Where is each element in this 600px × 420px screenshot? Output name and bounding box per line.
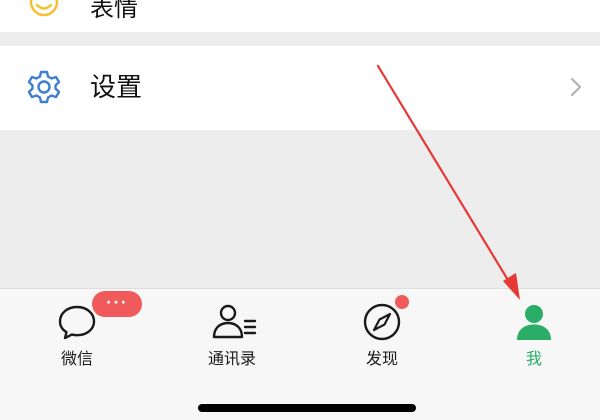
unread-badge: ··· (92, 291, 142, 317)
tab-label: 我 (525, 349, 542, 368)
tab-contacts[interactable]: 通讯录 (157, 289, 307, 379)
me-screen: 表情 设置 微信 ··· 通讯录 发现 我 (0, 0, 600, 420)
bottom-tab-bar: 微信 ··· 通讯录 发现 我 (0, 288, 600, 420)
chevron-right-icon (566, 75, 586, 99)
gear-icon (26, 69, 62, 105)
tab-label: 通讯录 (207, 349, 256, 368)
tab-label: 微信 (60, 349, 93, 368)
list-item-label: 表情 (90, 0, 138, 22)
home-indicator (198, 404, 416, 412)
tab-label: 发现 (365, 349, 398, 368)
tab-discover[interactable]: 发现 (307, 289, 457, 379)
contacts-icon (211, 301, 257, 343)
list-item-stickers[interactable]: 表情 (0, 0, 600, 32)
list-item-settings[interactable]: 设置 (0, 46, 600, 130)
tab-me[interactable]: 我 (459, 289, 600, 379)
smile-icon (28, 0, 60, 18)
person-icon (513, 301, 555, 343)
new-content-dot (395, 295, 409, 309)
list-item-label: 设置 (90, 73, 143, 103)
